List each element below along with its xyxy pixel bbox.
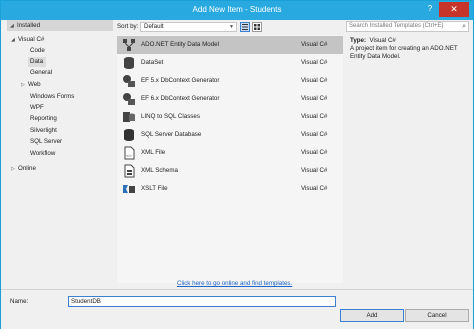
name-label: Name: <box>10 298 29 305</box>
type-value: Visual C# <box>369 37 396 44</box>
linq-icon <box>123 112 135 122</box>
bottom-panel: Name: StudentDB Add Cancel <box>1 289 473 329</box>
help-button[interactable]: ? <box>424 4 436 17</box>
chevron-down-icon: ◢ <box>11 37 15 43</box>
template-list: ADO.NET Entity Data Model Visual C# Data… <box>117 35 343 283</box>
tree-item-code[interactable]: Code <box>30 46 45 56</box>
search-icon: ⌕ <box>462 23 466 30</box>
dropdown-arrow-icon: ▼ <box>229 24 234 30</box>
entity-model-icon <box>123 39 135 51</box>
tree-online[interactable]: ▷ Online <box>11 164 36 174</box>
chevron-right-icon: ▷ <box>11 166 15 172</box>
xslt-icon <box>123 185 135 193</box>
cancel-button[interactable]: Cancel <box>405 309 469 322</box>
search-input[interactable]: Search Installed Templates (Ctrl+E) ⌕ <box>346 21 469 32</box>
sort-label: Sort by: <box>117 23 139 30</box>
add-new-item-dialog: Add New Item - Students ? ✕ ◢ Installed ◢… <box>0 0 474 329</box>
tree-item-sql-server[interactable]: SQL Server <box>30 137 62 147</box>
tile-view-icon <box>254 24 260 30</box>
ef-generator-icon <box>123 75 135 87</box>
sort-dropdown[interactable]: Default ▼ <box>140 22 237 32</box>
tree-item-silverlight[interactable]: Silverlight <box>30 126 57 136</box>
list-item[interactable]: </> XML File Visual C# <box>117 144 343 162</box>
template-description: A project item for creating an ADO.NET E… <box>350 45 458 60</box>
dataset-icon <box>124 57 134 69</box>
tree-item-wpf[interactable]: WPF <box>30 103 44 113</box>
template-details: Type: Visual C# A project item for creat… <box>350 37 468 61</box>
name-field[interactable]: StudentDB <box>68 296 336 307</box>
tree-item-visual-csharp[interactable]: ◢ Visual C# <box>11 35 44 45</box>
category-tree: ◢ Installed ◢ Visual C# Code Data General … <box>7 20 113 283</box>
list-item[interactable]: EF 6.x DbContext Generator Visual C# <box>117 90 343 108</box>
tree-installed[interactable]: ◢ Installed <box>7 20 113 31</box>
list-item[interactable]: XML Schema Visual C# <box>117 162 343 180</box>
add-button[interactable]: Add <box>340 309 404 322</box>
list-item[interactable]: LINQ to SQL Classes Visual C# <box>117 108 343 126</box>
title-bar: Add New Item - Students ? ✕ <box>1 1 473 20</box>
dialog-title: Add New Item - Students <box>192 5 282 14</box>
close-button[interactable]: ✕ <box>439 2 469 17</box>
tree-item-data[interactable]: Data <box>28 57 46 67</box>
list-view-icon <box>242 24 248 30</box>
tree-item-workflow[interactable]: Workflow <box>30 149 55 159</box>
online-templates-link[interactable]: Click here to go online and find templat… <box>177 280 292 287</box>
xml-schema-icon <box>124 164 135 178</box>
tree-item-windows-forms[interactable]: Windows Forms <box>30 92 74 102</box>
list-item[interactable]: SQL Server Database Visual C# <box>117 126 343 144</box>
sort-bar: Sort by: Default ▼ <box>117 21 341 33</box>
tree-item-web[interactable]: ▷ Web <box>21 80 41 90</box>
database-icon <box>124 129 134 141</box>
tree-item-reporting[interactable]: Reporting <box>30 114 57 124</box>
ef-generator-icon <box>123 93 135 105</box>
type-label: Type: <box>350 37 367 44</box>
tile-view-button[interactable] <box>252 22 262 32</box>
chevron-right-icon: ▷ <box>21 82 25 88</box>
list-item[interactable]: XSLT File Visual C# <box>117 180 343 198</box>
list-item[interactable]: ADO.NET Entity Data Model Visual C# <box>117 36 343 54</box>
xml-file-icon: </> <box>124 146 135 160</box>
list-item[interactable]: DataSet Visual C# <box>117 54 343 72</box>
list-item[interactable]: EF 5.x DbContext Generator Visual C# <box>117 72 343 90</box>
list-view-button[interactable] <box>240 22 250 32</box>
chevron-down-icon: ◢ <box>10 23 14 29</box>
svg-text:</>: </> <box>126 153 132 158</box>
tree-item-general[interactable]: General <box>30 68 52 78</box>
